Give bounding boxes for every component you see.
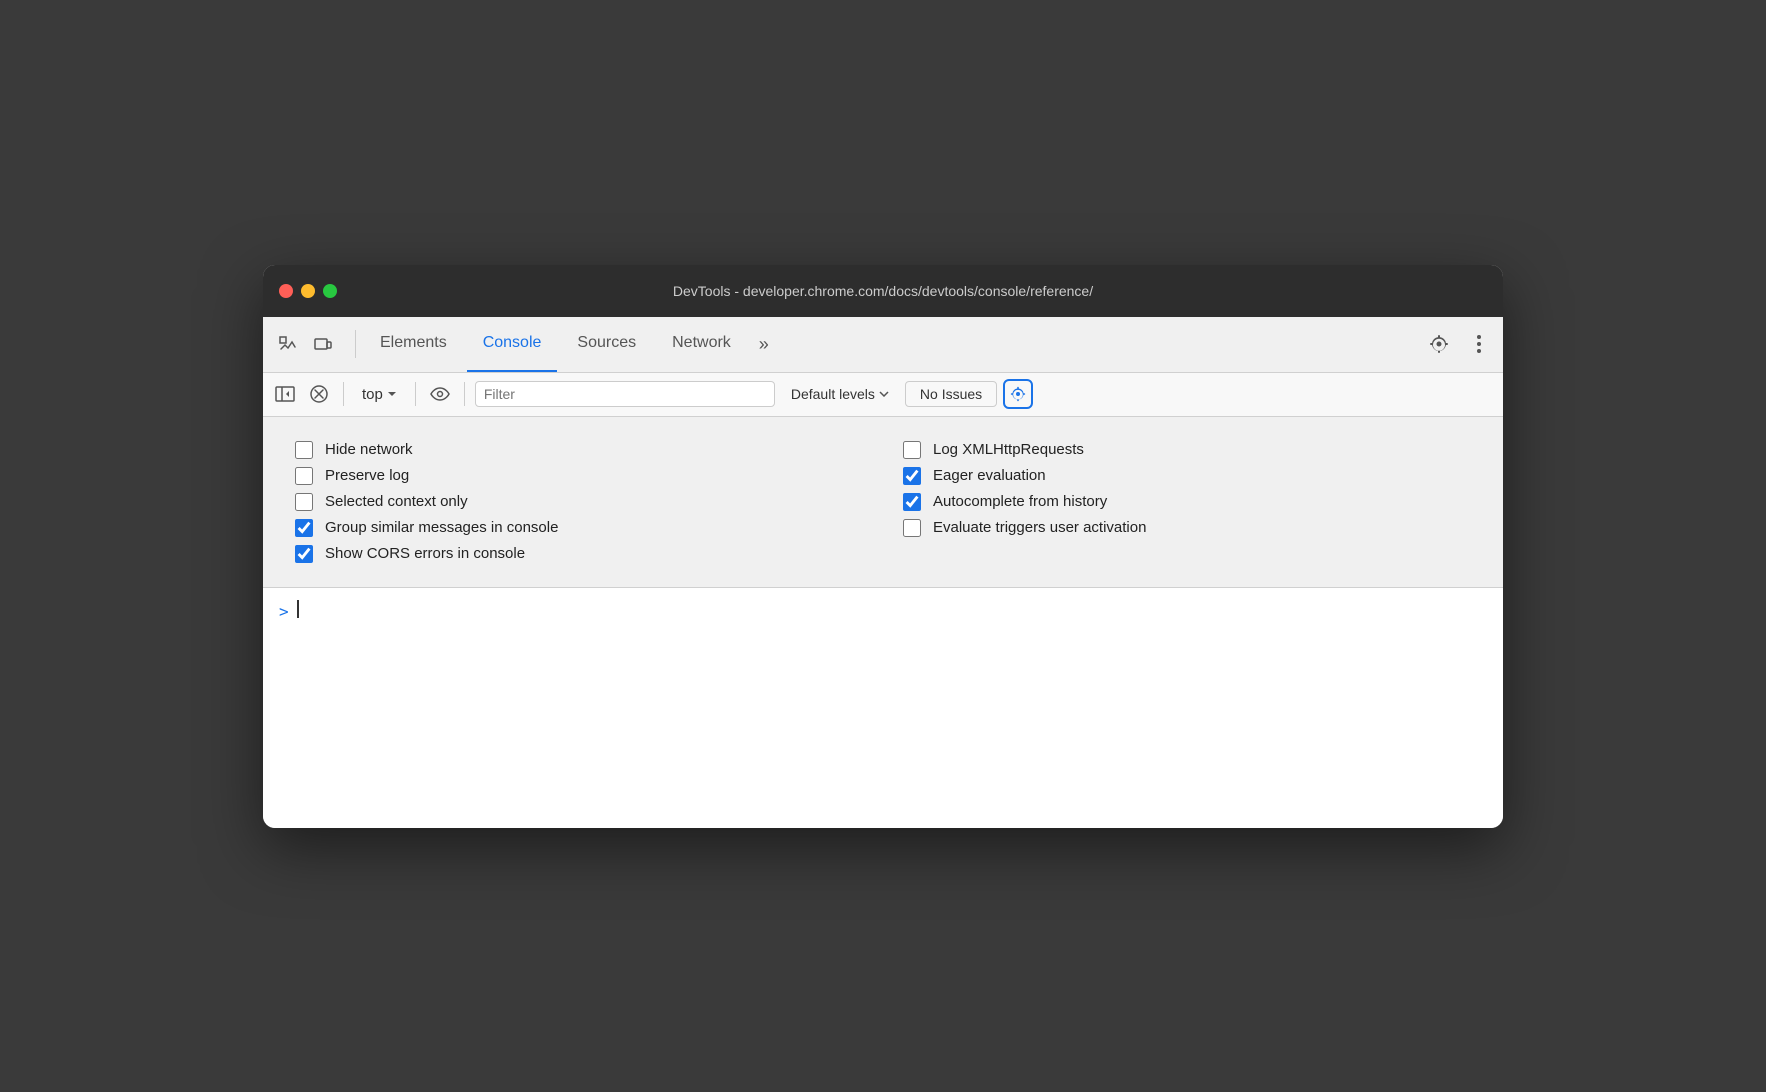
evaluate-triggers-checkbox[interactable]	[903, 519, 921, 537]
checkbox-row-evaluate-triggers: Evaluate triggers user activation	[903, 515, 1471, 541]
hide-network-label[interactable]: Hide network	[325, 441, 413, 458]
tab-bar: Elements Console Sources Network »	[263, 317, 1503, 373]
toolbar-divider-2	[415, 382, 416, 406]
toolbar-divider-3	[464, 382, 465, 406]
log-xml-label[interactable]: Log XMLHttpRequests	[933, 441, 1084, 458]
inspector-icon[interactable]	[271, 328, 303, 360]
settings-right-column: Log XMLHttpRequests Eager evaluation Aut…	[903, 437, 1471, 567]
selected-context-checkbox[interactable]	[295, 493, 313, 511]
devtools-window: DevTools - developer.chrome.com/docs/dev…	[263, 265, 1503, 828]
checkbox-row-show-cors: Show CORS errors in console	[295, 541, 863, 567]
context-selector[interactable]: top	[354, 384, 405, 405]
eager-eval-label[interactable]: Eager evaluation	[933, 467, 1046, 484]
settings-grid: Hide network Preserve log Selected conte…	[295, 437, 1471, 567]
tab-console[interactable]: Console	[467, 316, 558, 372]
tab-bar-actions	[1423, 328, 1495, 360]
console-cursor	[297, 600, 299, 618]
tab-network[interactable]: Network	[656, 316, 747, 372]
evaluate-triggers-label[interactable]: Evaluate triggers user activation	[933, 519, 1146, 536]
more-tabs-button[interactable]: »	[751, 326, 777, 363]
eye-icon-button[interactable]	[426, 380, 454, 408]
tab-sources[interactable]: Sources	[561, 316, 652, 372]
more-options-button[interactable]	[1463, 328, 1495, 360]
device-toggle-icon[interactable]	[307, 328, 339, 360]
toolbar: top Default levels No Issues	[263, 373, 1503, 417]
traffic-lights	[279, 284, 337, 298]
console-area[interactable]: >	[263, 588, 1503, 828]
eager-eval-checkbox[interactable]	[903, 467, 921, 485]
selected-context-label[interactable]: Selected context only	[325, 493, 468, 510]
window-title: DevTools - developer.chrome.com/docs/dev…	[673, 283, 1093, 299]
levels-dropdown[interactable]: Default levels	[781, 384, 899, 404]
close-button[interactable]	[279, 284, 293, 298]
tab-divider	[355, 330, 356, 358]
autocomplete-checkbox[interactable]	[903, 493, 921, 511]
settings-button[interactable]	[1423, 328, 1455, 360]
no-issues-button[interactable]: No Issues	[905, 381, 997, 407]
checkbox-row-selected-context: Selected context only	[295, 489, 863, 515]
clear-console-button[interactable]	[305, 380, 333, 408]
sidebar-toggle-button[interactable]	[271, 380, 299, 408]
checkbox-row-autocomplete: Autocomplete from history	[903, 489, 1471, 515]
group-similar-label[interactable]: Group similar messages in console	[325, 519, 558, 536]
group-similar-checkbox[interactable]	[295, 519, 313, 537]
show-cors-checkbox[interactable]	[295, 545, 313, 563]
show-cors-label[interactable]: Show CORS errors in console	[325, 545, 525, 562]
autocomplete-label[interactable]: Autocomplete from history	[933, 493, 1107, 510]
hide-network-checkbox[interactable]	[295, 441, 313, 459]
console-prompt: >	[279, 600, 289, 621]
preserve-log-label[interactable]: Preserve log	[325, 467, 409, 484]
checkbox-row-log-xml: Log XMLHttpRequests	[903, 437, 1471, 463]
tabs: Elements Console Sources Network »	[364, 316, 1423, 372]
maximize-button[interactable]	[323, 284, 337, 298]
checkbox-row-hide-network: Hide network	[295, 437, 863, 463]
settings-panel: Hide network Preserve log Selected conte…	[263, 417, 1503, 588]
tab-bar-icons	[271, 328, 339, 360]
settings-left-column: Hide network Preserve log Selected conte…	[295, 437, 863, 567]
console-settings-active-button[interactable]	[1003, 379, 1033, 409]
filter-input[interactable]	[475, 381, 775, 407]
tab-elements[interactable]: Elements	[364, 316, 463, 372]
log-xml-checkbox[interactable]	[903, 441, 921, 459]
checkbox-row-eager-eval: Eager evaluation	[903, 463, 1471, 489]
title-bar: DevTools - developer.chrome.com/docs/dev…	[263, 265, 1503, 317]
minimize-button[interactable]	[301, 284, 315, 298]
toolbar-divider-1	[343, 382, 344, 406]
checkbox-row-preserve-log: Preserve log	[295, 463, 863, 489]
preserve-log-checkbox[interactable]	[295, 467, 313, 485]
checkbox-row-group-similar: Group similar messages in console	[295, 515, 863, 541]
